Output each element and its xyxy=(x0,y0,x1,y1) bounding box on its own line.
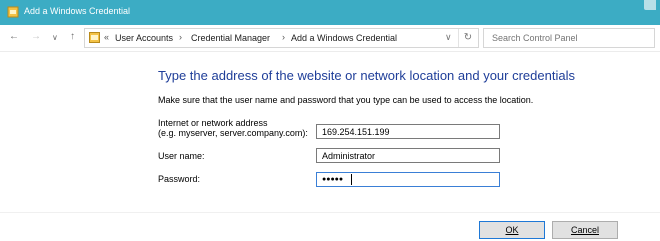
username-label: User name: xyxy=(158,151,205,161)
control-panel-icon xyxy=(89,32,100,43)
search-box[interactable] xyxy=(483,28,655,48)
cancel-button[interactable]: Cancel xyxy=(552,221,618,239)
page-heading: Type the address of the website or netwo… xyxy=(158,68,575,83)
credential-manager-icon xyxy=(7,6,19,18)
up-arrow-icon[interactable]: ↑ xyxy=(70,31,75,42)
forward-arrow-icon[interactable]: → xyxy=(31,31,41,42)
ok-button[interactable]: OK xyxy=(479,221,545,239)
username-field[interactable] xyxy=(316,148,500,163)
text-caret xyxy=(351,174,352,185)
password-field[interactable] xyxy=(316,172,500,187)
breadcrumb-user-accounts[interactable]: User Accounts xyxy=(115,33,173,43)
minimize-button[interactable] xyxy=(644,0,656,10)
page-description: Make sure that the user name and passwor… xyxy=(158,95,534,105)
window-title: Add a Windows Credential xyxy=(24,6,131,16)
address-field[interactable] xyxy=(316,124,500,139)
back-arrow-icon[interactable]: ← xyxy=(9,31,19,42)
breadcrumb-add-credential[interactable]: Add a Windows Credential xyxy=(291,33,397,43)
breadcrumb-credential-manager[interactable]: Credential Manager xyxy=(191,33,270,43)
password-label: Password: xyxy=(158,174,201,184)
search-input[interactable] xyxy=(484,29,642,47)
title-bar: Add a Windows Credential xyxy=(0,0,660,25)
navigation-bar: ← → ∨ ↑ « User Accounts › Credential Man… xyxy=(0,25,660,52)
cancel-button-label: Cancel xyxy=(570,225,599,235)
breadcrumb-separator-icon[interactable]: › xyxy=(282,32,285,42)
breadcrumb-overflow[interactable]: « xyxy=(104,32,109,42)
address-label-line1: Internet or network address xyxy=(158,118,268,128)
breadcrumb-separator-icon[interactable]: › xyxy=(179,32,182,42)
address-label-line2: (e.g. myserver, server.company.com): xyxy=(158,128,308,138)
footer-divider xyxy=(0,212,660,213)
address-bar[interactable]: « User Accounts › Credential Manager › A… xyxy=(84,28,479,48)
recent-locations-icon[interactable]: ∨ xyxy=(52,33,58,42)
ok-button-label: OK xyxy=(505,225,519,235)
address-dropdown-icon[interactable]: ∨ xyxy=(445,32,452,43)
refresh-icon[interactable]: ↻ xyxy=(458,29,477,47)
